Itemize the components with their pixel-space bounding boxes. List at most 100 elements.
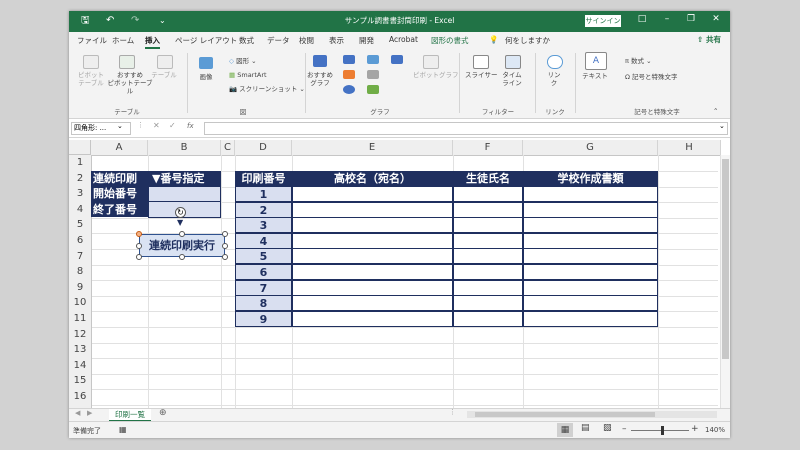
tab-home[interactable]: ホーム xyxy=(112,35,134,46)
image-button[interactable]: 画像 xyxy=(193,73,219,81)
school-docs-cell[interactable] xyxy=(523,248,658,264)
table-header-school-name[interactable]: 高校名（宛名） xyxy=(292,171,453,186)
row-header[interactable]: 13 xyxy=(69,342,92,359)
vertical-scrollbar[interactable] xyxy=(720,155,730,408)
zoom-in-icon[interactable]: + xyxy=(691,424,699,434)
resize-handle-top[interactable] xyxy=(179,231,185,237)
signin-button[interactable]: サインイン xyxy=(585,15,621,27)
row-header[interactable]: 8 xyxy=(69,264,92,281)
print-number-cell[interactable]: 5 xyxy=(235,248,292,264)
column-header-a[interactable]: A xyxy=(91,140,148,156)
student-name-cell[interactable] xyxy=(453,311,523,327)
resize-handle-bottom-left[interactable] xyxy=(136,254,142,260)
slicer-button[interactable]: スライサー xyxy=(465,71,498,79)
timeline-button[interactable]: タイム ライン xyxy=(499,71,525,87)
column-header-c[interactable]: C xyxy=(221,140,235,156)
school-docs-cell[interactable] xyxy=(523,264,658,280)
tab-page-layout[interactable]: ページ レイアウト xyxy=(175,35,237,46)
sheet-next-icon[interactable]: ▶ xyxy=(87,409,92,417)
school-docs-cell[interactable] xyxy=(523,217,658,233)
page-layout-view-icon[interactable]: ▤ xyxy=(581,423,590,433)
maximize-icon[interactable]: ❐ xyxy=(684,14,698,24)
pivot-chart-button[interactable]: ピボットグラフ xyxy=(413,71,459,79)
school-name-cell[interactable] xyxy=(292,280,453,296)
waterfall-chart-icon[interactable] xyxy=(391,55,403,64)
zoom-slider-thumb[interactable] xyxy=(661,426,664,435)
statistic-chart-icon[interactable] xyxy=(367,70,379,79)
horizontal-scrollbar[interactable] xyxy=(467,411,717,418)
end-label-cell[interactable]: 終了番号 xyxy=(91,202,148,217)
tab-formulas[interactable]: 数式 xyxy=(239,35,254,46)
school-docs-cell[interactable] xyxy=(523,202,658,218)
recommended-chart-button[interactable]: おすすめ グラフ xyxy=(305,71,335,87)
tab-shape-format[interactable]: 図形の書式 xyxy=(431,35,469,46)
pivot-table-button[interactable]: ピボット テーブル xyxy=(73,71,109,87)
column-header-g[interactable]: G xyxy=(523,140,658,156)
print-number-cell[interactable]: 3 xyxy=(235,217,292,233)
normal-view-icon[interactable]: ▦ xyxy=(557,423,573,437)
smartart-button[interactable]: ▦ SmartArt xyxy=(229,71,267,79)
zoom-slider[interactable] xyxy=(631,430,689,431)
school-name-cell[interactable] xyxy=(292,264,453,280)
table-button[interactable]: テーブル xyxy=(149,71,179,79)
adjust-handle[interactable] xyxy=(136,231,142,237)
school-docs-cell[interactable] xyxy=(523,233,658,249)
select-all-corner[interactable] xyxy=(69,140,91,155)
school-docs-cell[interactable] xyxy=(523,186,658,202)
panel-title-cell[interactable]: 連続印刷 xyxy=(91,171,148,186)
tab-developer[interactable]: 開発 xyxy=(359,35,374,46)
school-name-cell[interactable] xyxy=(292,202,453,218)
school-docs-cell[interactable] xyxy=(523,280,658,296)
row-header[interactable]: 1 xyxy=(69,155,92,172)
tab-data[interactable]: データ xyxy=(267,35,290,46)
rotate-handle-icon[interactable]: ↻ xyxy=(175,207,186,218)
expand-formula-icon[interactable]: ⌄ xyxy=(719,122,725,130)
start-number-input[interactable] xyxy=(148,186,221,202)
school-docs-cell[interactable] xyxy=(523,311,658,327)
ribbon-display-icon[interactable]: □ xyxy=(635,14,649,24)
student-name-cell[interactable] xyxy=(453,217,523,233)
zoom-level[interactable]: 140% xyxy=(705,426,725,434)
table-header-school-docs[interactable]: 学校作成書類 xyxy=(523,171,658,186)
name-box-dropdown-icon[interactable]: ⌄ xyxy=(117,122,123,130)
row-header[interactable]: 10 xyxy=(69,295,92,312)
resize-handle-bottom[interactable] xyxy=(179,254,185,260)
print-number-cell[interactable]: 6 xyxy=(235,264,292,280)
row-header[interactable]: 16 xyxy=(69,389,92,406)
school-name-cell[interactable] xyxy=(292,217,453,233)
resize-handle-left[interactable] xyxy=(136,243,142,249)
scatter-chart-icon[interactable] xyxy=(367,85,379,94)
panel-spec-cell[interactable]: ▼番号指定 xyxy=(148,171,221,186)
row-header[interactable]: 3 xyxy=(69,186,92,203)
column-header-e[interactable]: E xyxy=(292,140,453,156)
tell-me-search[interactable]: 何をしますか xyxy=(505,35,550,46)
text-button[interactable]: テキスト xyxy=(579,72,611,80)
enter-icon[interactable]: ✓ xyxy=(169,121,176,130)
student-name-cell[interactable] xyxy=(453,280,523,296)
formula-input[interactable] xyxy=(204,122,728,135)
share-button[interactable]: ⇧ 共有 xyxy=(697,34,721,45)
line-chart-icon[interactable] xyxy=(343,70,355,79)
collapse-ribbon-icon[interactable]: ⌃ xyxy=(713,107,718,115)
row-header[interactable]: 11 xyxy=(69,311,92,328)
row-header[interactable]: 15 xyxy=(69,373,92,390)
row-header[interactable]: 6 xyxy=(69,233,92,250)
column-header-h[interactable]: H xyxy=(658,140,721,156)
student-name-cell[interactable] xyxy=(453,295,523,311)
minimize-icon[interactable]: – xyxy=(660,14,674,24)
cancel-icon[interactable]: ✕ xyxy=(153,121,160,130)
school-name-cell[interactable] xyxy=(292,233,453,249)
macro-record-icon[interactable]: ▦ xyxy=(119,425,127,434)
student-name-cell[interactable] xyxy=(453,202,523,218)
link-button[interactable]: リン ク xyxy=(541,71,567,87)
recommended-pivot-button[interactable]: おすすめ ピボットテーブル xyxy=(107,71,153,95)
add-sheet-icon[interactable]: ⊕ xyxy=(159,408,167,418)
table-header-print-number[interactable]: 印刷番号 xyxy=(235,171,292,186)
equation-button[interactable]: π 数式 ⌄ xyxy=(625,57,652,65)
student-name-cell[interactable] xyxy=(453,233,523,249)
insert-function-icon[interactable]: fx xyxy=(187,122,194,130)
tab-split-icon[interactable]: ⋮ xyxy=(449,408,456,416)
tab-view[interactable]: 表示 xyxy=(329,35,344,46)
print-number-cell[interactable]: 8 xyxy=(235,295,292,311)
school-name-cell[interactable] xyxy=(292,311,453,327)
